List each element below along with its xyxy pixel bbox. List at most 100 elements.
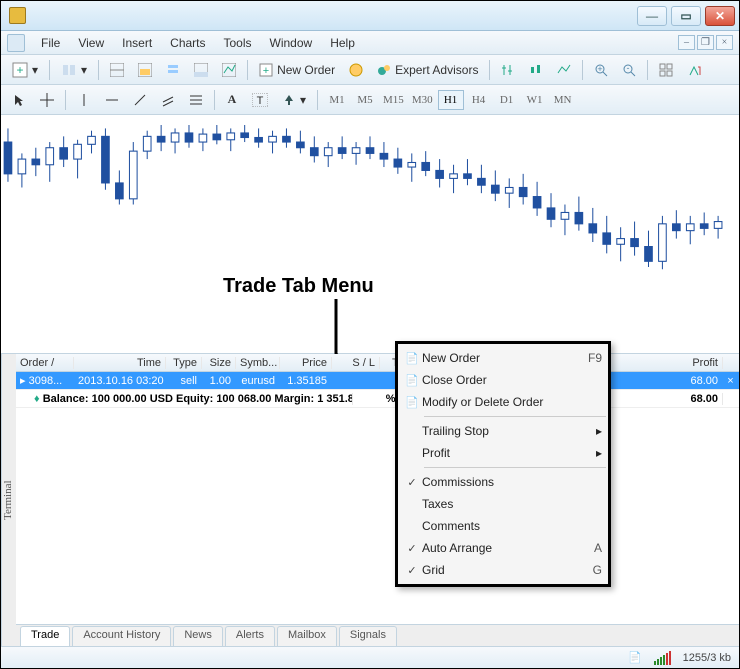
svg-text:+: + — [598, 64, 603, 74]
app-icon — [9, 7, 26, 24]
svg-text:+: + — [263, 65, 269, 77]
ctx-close-order[interactable]: 📄Close Order — [398, 369, 608, 391]
navigator-button[interactable] — [161, 59, 185, 81]
chart-area[interactable]: Trade Tab Menu — [1, 115, 739, 354]
vertical-line-icon[interactable] — [72, 89, 96, 111]
timeframe-h1[interactable]: H1 — [438, 90, 464, 110]
arrows-icon[interactable]: ▾ — [277, 89, 311, 111]
context-menu: 📄New OrderF9 📄Close Order 📄Modify or Del… — [395, 341, 611, 587]
menu-charts[interactable]: Charts — [162, 34, 213, 52]
zoom-out-icon[interactable]: - — [617, 59, 641, 81]
bar-chart-icon[interactable] — [496, 59, 520, 81]
candle-chart-icon[interactable] — [524, 59, 548, 81]
separator — [98, 60, 99, 80]
line-chart-icon[interactable] — [552, 59, 576, 81]
tab-mailbox[interactable]: Mailbox — [277, 626, 337, 646]
tab-alerts[interactable]: Alerts — [225, 626, 275, 646]
col-order[interactable]: Order / — [16, 357, 74, 369]
annotation-label: Trade Tab Menu — [223, 275, 374, 298]
timeframe-m15[interactable]: M15 — [380, 90, 407, 110]
app-window: — ▭ ✕ File View Insert Charts Tools Wind… — [0, 0, 740, 669]
horizontal-line-icon[interactable] — [100, 89, 124, 111]
mdi-close[interactable]: × — [716, 35, 733, 50]
ctx-modify-order[interactable]: 📄Modify or Delete Order — [398, 391, 608, 413]
text-label-icon[interactable]: T — [247, 89, 273, 111]
close-button[interactable]: ✕ — [705, 6, 735, 26]
order-row[interactable]: ▸ 3098... 2013.10.16 03:20 sell 1.00 eur… — [16, 372, 739, 390]
strategy-tester-button[interactable] — [217, 59, 241, 81]
ctx-new-order[interactable]: 📄New OrderF9 — [398, 347, 608, 369]
mdi-restore[interactable]: ❐ — [697, 35, 714, 50]
text-tool-icon[interactable]: A — [221, 89, 243, 111]
timeframe-mn[interactable]: MN — [550, 90, 576, 110]
timeframe-m1[interactable]: M1 — [324, 90, 350, 110]
toolbar-objects: A T ▾ M1M5M15M30H1H4D1W1MN — [1, 85, 739, 115]
terminal-tabs: TradeAccount HistoryNewsAlertsMailboxSig… — [16, 624, 739, 646]
ctx-profit[interactable]: Profit▸ — [398, 442, 608, 464]
menu-view[interactable]: View — [70, 34, 112, 52]
menubar: File View Insert Charts Tools Window Hel… — [1, 31, 739, 55]
modify-order-icon: 📄 — [402, 396, 422, 409]
metaquotes-icon[interactable] — [344, 59, 368, 81]
toolbar-main: +▾ ▾ +New Order Expert Advisors + - — [1, 55, 739, 85]
crosshair-icon[interactable] — [35, 89, 59, 111]
close-order-x: × — [723, 375, 739, 387]
ctx-separator — [424, 416, 606, 417]
tab-trade[interactable]: Trade — [20, 626, 70, 646]
trendline-icon[interactable] — [128, 89, 152, 111]
data-window-button[interactable] — [133, 59, 157, 81]
tab-news[interactable]: News — [173, 626, 223, 646]
timeframe-m5[interactable]: M5 — [352, 90, 378, 110]
check-icon: ✓ — [402, 564, 422, 577]
connection-bars-icon — [654, 651, 671, 665]
terminal-title: Terminal — [1, 354, 16, 646]
channel-icon[interactable] — [156, 89, 180, 111]
col-time[interactable]: Time — [74, 357, 166, 369]
no-news-icon: 📄 — [628, 651, 642, 664]
col-sl[interactable]: S / L — [332, 357, 380, 369]
menu-insert[interactable]: Insert — [114, 34, 160, 52]
ctx-comments[interactable]: Comments — [398, 515, 608, 537]
tile-windows-icon[interactable] — [654, 59, 678, 81]
tab-signals[interactable]: Signals — [339, 626, 397, 646]
minimize-button[interactable]: — — [637, 6, 667, 26]
menu-help[interactable]: Help — [322, 34, 363, 52]
profiles-button[interactable]: ▾ — [56, 59, 92, 81]
zoom-in-icon[interactable]: + — [589, 59, 613, 81]
ctx-grid[interactable]: ✓GridG — [398, 559, 608, 581]
ctx-trailing-stop[interactable]: Trailing Stop▸ — [398, 420, 608, 442]
col-price[interactable]: Price — [280, 357, 332, 369]
timeframe-w1[interactable]: W1 — [522, 90, 548, 110]
ctx-commissions[interactable]: ✓Commissions — [398, 471, 608, 493]
ctx-taxes[interactable]: Taxes — [398, 493, 608, 515]
col-size[interactable]: Size — [202, 357, 236, 369]
new-order-button[interactable]: +New Order — [254, 59, 340, 81]
summary-row: ♦ Balance: 100 000.00 USD Equity: 100 06… — [16, 390, 739, 408]
new-chart-button[interactable]: +▾ — [7, 59, 43, 81]
cursor-icon[interactable] — [7, 89, 31, 111]
mdi-minimize[interactable]: – — [678, 35, 695, 50]
terminal-button[interactable] — [189, 59, 213, 81]
fibonacci-icon[interactable] — [184, 89, 208, 111]
check-icon: ✓ — [402, 476, 422, 489]
timeframe-h4[interactable]: H4 — [466, 90, 492, 110]
menu-window[interactable]: Window — [262, 34, 321, 52]
mdi-icon[interactable] — [7, 34, 25, 52]
menu-tools[interactable]: Tools — [216, 34, 260, 52]
separator — [317, 90, 318, 110]
col-symbol[interactable]: Symb... — [236, 357, 280, 369]
market-watch-button[interactable] — [105, 59, 129, 81]
separator — [65, 90, 66, 110]
auto-scroll-icon[interactable] — [682, 59, 706, 81]
col-type[interactable]: Type — [166, 357, 202, 369]
chevron-right-icon: ▸ — [596, 446, 602, 460]
separator — [247, 60, 248, 80]
ctx-auto-arrange[interactable]: ✓Auto ArrangeA — [398, 537, 608, 559]
timeframe-m30[interactable]: M30 — [409, 90, 436, 110]
separator — [49, 60, 50, 80]
menu-file[interactable]: File — [33, 34, 68, 52]
timeframe-d1[interactable]: D1 — [494, 90, 520, 110]
tab-account-history[interactable]: Account History — [72, 626, 171, 646]
expert-advisors-button[interactable]: Expert Advisors — [372, 59, 483, 81]
maximize-button[interactable]: ▭ — [671, 6, 701, 26]
